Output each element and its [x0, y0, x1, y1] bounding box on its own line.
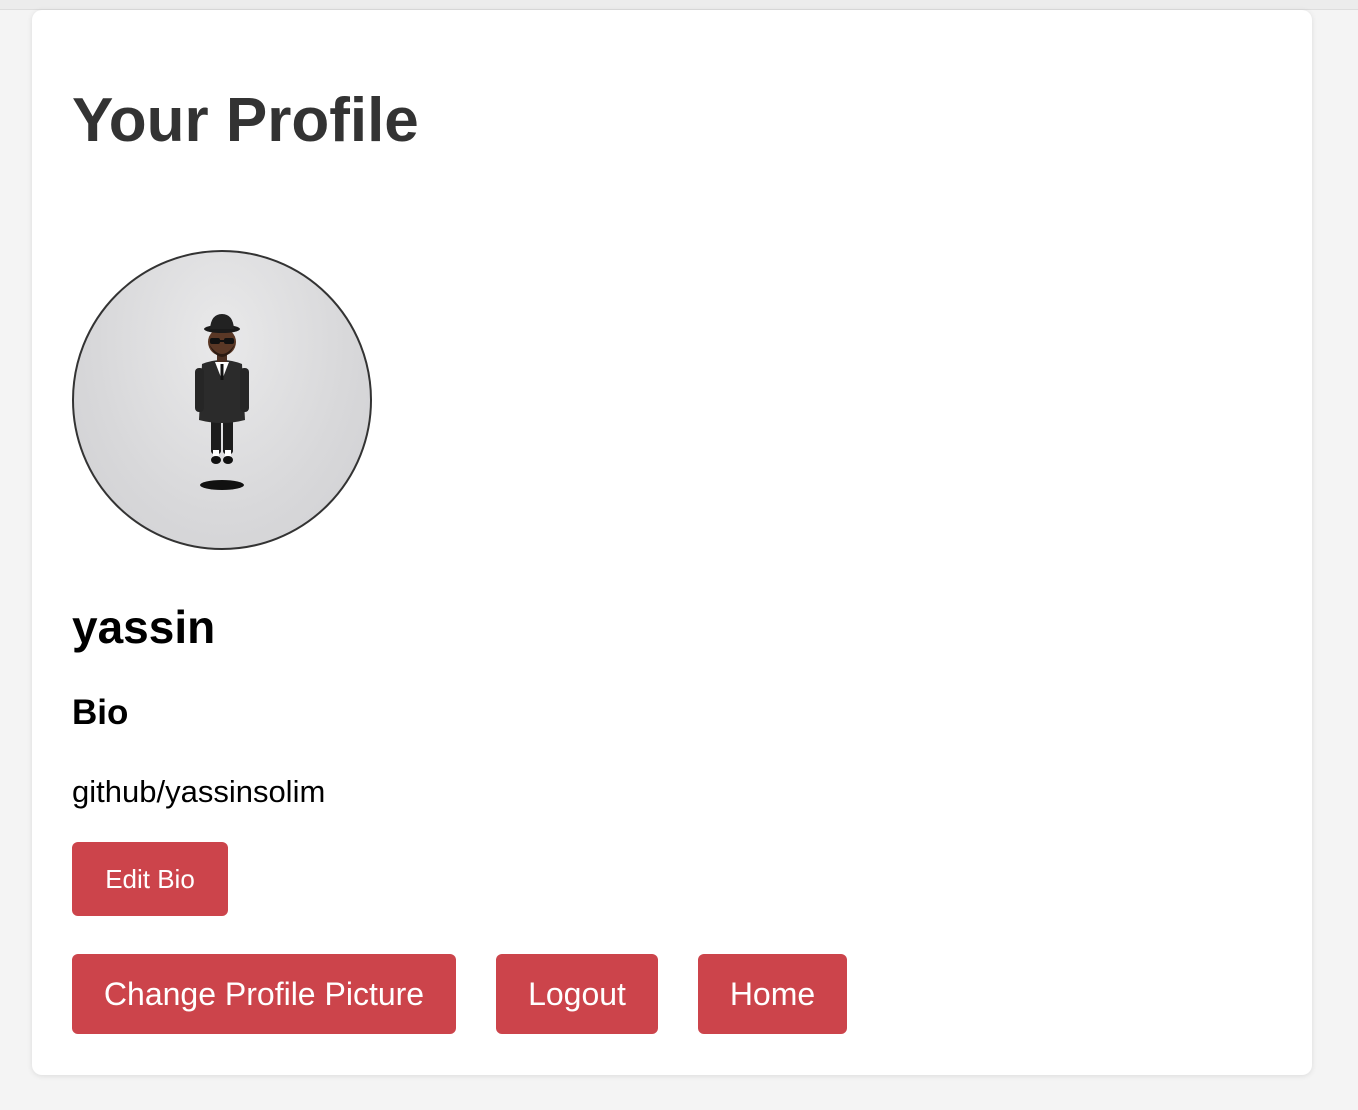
page-title: Your Profile — [72, 86, 419, 155]
bio-heading: Bio — [72, 693, 129, 732]
levitating-man-icon — [195, 314, 249, 490]
username: yassin — [72, 601, 216, 653]
profile-card: Your Profile yassin Bio github/yassinsol… — [32, 10, 1312, 1075]
edit-bio-button[interactable]: Edit Bio — [72, 842, 228, 916]
logout-button[interactable]: Logout — [496, 954, 658, 1034]
avatar — [72, 250, 372, 550]
change-profile-picture-button[interactable]: Change Profile Picture — [72, 954, 456, 1034]
browser-top-edge — [0, 0, 1358, 10]
home-button[interactable]: Home — [698, 954, 847, 1034]
bio-text: github/yassinsolim — [72, 774, 326, 809]
